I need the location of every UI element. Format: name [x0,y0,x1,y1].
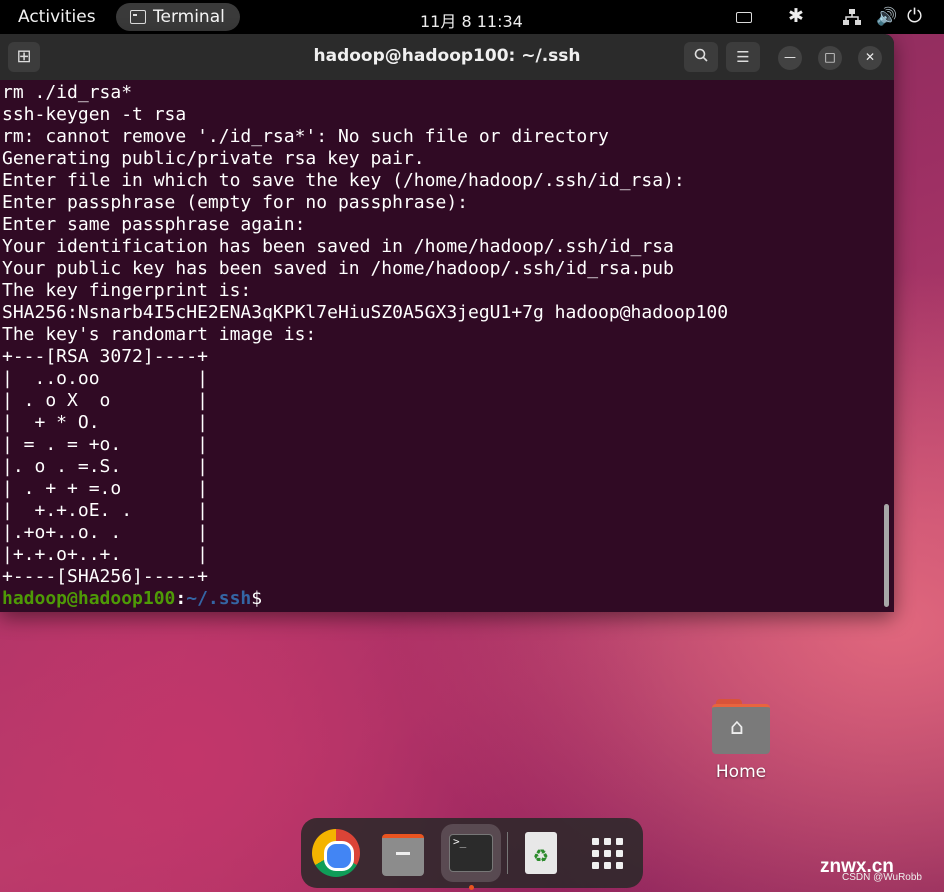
maximize-button[interactable]: □ [818,46,842,70]
house-icon: ⌂ [730,715,744,740]
terminal-line: +----[SHA256]-----+ [2,566,208,587]
app-grid-icon [592,838,624,870]
close-button[interactable]: ✕ [858,46,882,70]
terminal-line: ssh-keygen -t rsa [2,104,187,125]
terminal-output[interactable]: rm ./id_rsa* ssh-keygen -t rsa rm: canno… [0,82,880,612]
volume-icon[interactable]: 🔊 [876,7,897,27]
terminal-line: The key fingerprint is: [2,280,252,301]
terminal-line: SHA256:Nsnarb4I5cHE2ENA3qKPKl7eHiuSZ0A5G… [2,302,729,323]
terminal-line: The key's randomart image is: [2,324,317,345]
show-applications-button[interactable] [577,824,637,882]
app-menu-label: Terminal [153,7,225,27]
prompt-separator: : [175,588,187,609]
terminal-line: |.+o+..o. . | [2,522,208,543]
hamburger-menu-button[interactable]: ☰ [726,42,760,72]
terminal-window[interactable]: ⊞ hadoop@hadoop100: ~/.ssh ☰ — □ ✕ rm ./… [0,34,894,612]
search-icon [694,48,708,62]
terminal-line: Your identification has been saved in /h… [2,236,674,257]
terminal-icon: >_ [449,834,493,872]
dock-files[interactable] [373,824,433,882]
prompt-user: hadoop@hadoop100 [2,588,176,609]
home-folder-label[interactable]: Home [700,762,782,782]
minimize-button[interactable]: — [778,46,802,70]
terminal-line: | . o X o | [2,390,208,411]
terminal-line: | . + + =.o | [2,478,208,499]
prompt-path: ~/.ssh [186,588,252,609]
terminal-line: rm: cannot remove './id_rsa*': No such f… [2,126,609,147]
files-icon [382,834,424,876]
terminal-line: Enter passphrase (empty for no passphras… [2,192,468,213]
prompt-symbol: $ [251,588,263,609]
terminal-line: |+.+.o+..+. | [2,544,208,565]
power-icon[interactable]: ⏻ [907,5,922,27]
keyboard-icon[interactable] [736,12,752,23]
activities-button[interactable]: Activities [18,7,96,27]
network-icon[interactable] [842,8,862,26]
terminal-scrollbar[interactable] [884,504,889,607]
terminal-line: Generating public/private rsa key pair. [2,148,425,169]
watermark-credit: CSDN @WuRobb [842,872,922,883]
terminal-line: Enter file in which to save the key (/ho… [2,170,685,191]
search-button[interactable] [684,42,718,72]
terminal-line: Enter same passphrase again: [2,214,306,235]
terminal-line: | ..o.oo | [2,368,208,389]
dock: >_ ♻ [301,818,643,890]
title-bar[interactable]: ⊞ hadoop@hadoop100: ~/.ssh ☰ — □ ✕ [0,34,894,80]
dock-separator [507,832,508,874]
clock[interactable]: 11月 8 11:34 [420,8,523,32]
dock-trash[interactable]: ♻ [511,824,571,882]
accessibility-icon[interactable]: ✱ [788,5,804,27]
terminal-line: |. o . =.S. | [2,456,208,477]
terminal-line: Your public key has been saved in /home/… [2,258,674,279]
home-folder-icon[interactable]: ⌂ [712,699,770,754]
app-menu-terminal[interactable]: Terminal [116,3,240,31]
terminal-line: | + * O. | [2,412,208,433]
trash-icon: ♻ [525,832,557,874]
terminal-line: | +.+.oE. . | [2,500,208,521]
running-indicator [469,885,474,890]
dock-chrome[interactable] [305,824,365,882]
terminal-line: +---[RSA 3072]----+ [2,346,208,367]
terminal-line: rm ./id_rsa* [2,82,133,103]
dock-terminal[interactable]: >_ [441,824,501,890]
shell-prompt[interactable]: hadoop@hadoop100:~/.ssh$ [0,588,880,610]
terminal-line: | = . = +o. | [2,434,208,455]
top-bar: Activities Terminal 11月 8 11:34 ✱ 🔊 ⏻ [0,0,944,34]
terminal-app-icon [130,10,146,24]
